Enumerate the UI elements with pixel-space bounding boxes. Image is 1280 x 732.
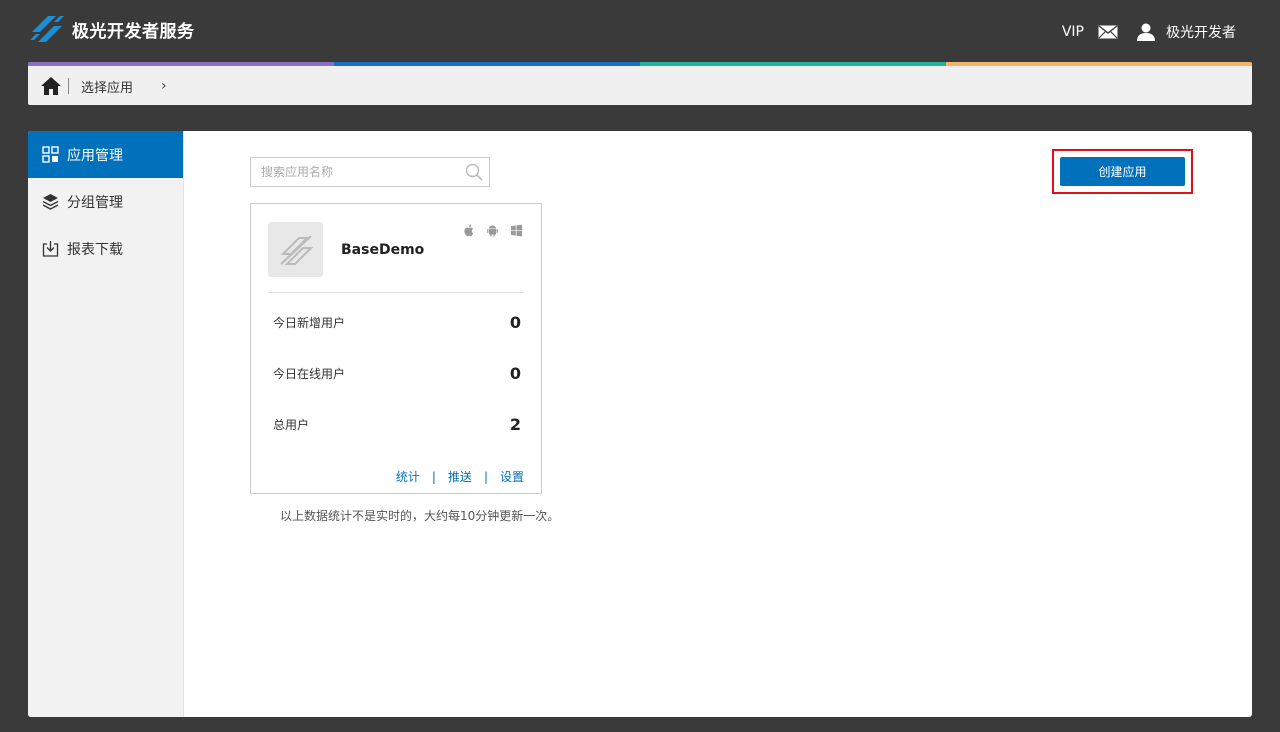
search-icon[interactable] <box>465 163 483 181</box>
stat-value: 2 <box>509 415 521 434</box>
brand-name: 极光开发者服务 <box>72 21 195 42</box>
vip-link[interactable]: VIP <box>1062 24 1084 40</box>
app-placeholder-icon <box>279 234 313 265</box>
user-icon[interactable] <box>1136 22 1156 42</box>
sidebar-item-label: 报表下载 <box>67 241 123 258</box>
search-box <box>250 157 490 187</box>
brand-logo[interactable]: 极光开发者服务 <box>28 12 195 46</box>
color-stripe <box>28 62 1252 66</box>
sidebar-item-label: 应用管理 <box>67 147 123 164</box>
mail-icon[interactable] <box>1098 25 1118 39</box>
search-input[interactable] <box>251 158 451 186</box>
card-divider <box>268 292 524 293</box>
create-app-button[interactable]: 创建应用 <box>1060 157 1185 186</box>
link-separator: | <box>431 469 436 484</box>
main-panel: 应用管理 分组管理 报表下载 创建应用 <box>28 131 1252 717</box>
chevron-right-icon[interactable]: › <box>161 78 167 94</box>
sidebar-item-report-download[interactable]: 报表下载 <box>28 225 183 272</box>
app-logo[interactable] <box>268 222 323 277</box>
platform-icons <box>451 224 523 237</box>
sidebar-item-label: 分组管理 <box>67 194 123 211</box>
layers-icon <box>42 194 59 210</box>
stat-label: 总用户 <box>273 418 310 432</box>
stat-row-online-users: 今日在线用户 0 <box>273 364 521 383</box>
breadcrumb: 选择应用 › <box>28 62 1252 105</box>
android-icon <box>487 225 498 237</box>
apple-icon <box>464 224 474 237</box>
breadcrumb-select-app[interactable]: 选择应用 <box>81 77 133 96</box>
stat-row-new-users: 今日新增用户 0 <box>273 313 521 332</box>
stat-label: 今日在线用户 <box>273 367 346 381</box>
app-card: BaseDemo 今日新增用户 0 今日在线用户 0 总用户 2 统计 | 推送… <box>250 203 542 494</box>
sidebar-item-app-management[interactable]: 应用管理 <box>28 131 183 178</box>
sidebar: 应用管理 分组管理 报表下载 <box>28 131 184 717</box>
stat-value: 0 <box>509 313 521 332</box>
stat-row-total-users: 总用户 2 <box>273 415 521 434</box>
breadcrumb-separator <box>68 78 69 94</box>
grid-icon <box>42 146 59 163</box>
sidebar-item-group-management[interactable]: 分组管理 <box>28 178 183 225</box>
jiguang-logo-icon <box>30 16 64 42</box>
settings-link[interactable]: 设置 <box>500 468 524 485</box>
statistics-link[interactable]: 统计 <box>396 468 420 485</box>
card-links: 统计 | 推送 | 设置 <box>396 468 524 485</box>
link-separator: | <box>483 469 488 484</box>
username[interactable]: 极光开发者 <box>1166 22 1236 42</box>
top-header: 极光开发者服务 VIP 极光开发者 <box>0 0 1280 62</box>
stat-label: 今日新增用户 <box>273 316 346 330</box>
content-area: 创建应用 BaseDemo <box>184 131 1252 717</box>
stats-note: 以上数据统计不是实时的，大约每10分钟更新一次。 <box>280 509 560 523</box>
create-app-highlight: 创建应用 <box>1052 149 1193 194</box>
app-name[interactable]: BaseDemo <box>341 242 424 258</box>
stat-value: 0 <box>509 364 521 383</box>
header-actions: VIP 极光开发者 <box>1062 22 1236 42</box>
download-icon <box>42 241 59 257</box>
push-link[interactable]: 推送 <box>448 468 472 485</box>
windows-icon <box>511 224 522 237</box>
home-icon[interactable] <box>40 76 62 96</box>
